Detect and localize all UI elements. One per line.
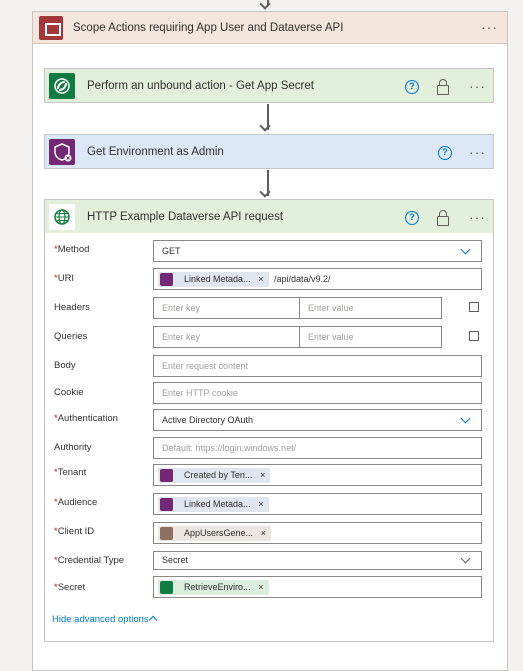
- secret-label: *Secret: [54, 582, 86, 593]
- body-label: Body: [54, 360, 76, 371]
- uri-suffix: /api/data/v9.2/: [274, 274, 331, 284]
- scope-header[interactable]: Scope Actions requiring App User and Dat…: [33, 12, 507, 44]
- uri-label: *URI: [54, 273, 75, 284]
- shield-icon: [49, 139, 75, 165]
- remove-token-icon[interactable]: ×: [258, 272, 263, 287]
- connector-arrowhead-top: [259, 0, 271, 10]
- audience-label: *Audience: [54, 497, 98, 508]
- body-input[interactable]: Enter request content: [153, 355, 482, 377]
- remove-token-icon[interactable]: ×: [258, 497, 263, 512]
- audience-input[interactable]: Linked Metada... ×: [153, 493, 482, 515]
- cookie-label: Cookie: [54, 387, 84, 398]
- secret-input[interactable]: RetrieveEnviro... ×: [153, 576, 482, 598]
- dynamic-content-token[interactable]: RetrieveEnviro... ×: [158, 580, 269, 595]
- credential-type-label: *Credential Type: [54, 555, 125, 566]
- shield-icon: [160, 469, 173, 482]
- lock-icon[interactable]: [437, 79, 449, 95]
- more-menu-icon[interactable]: ···: [469, 78, 486, 94]
- http-action-header[interactable]: HTTP Example Dataverse API request ? ···: [45, 200, 493, 233]
- variable-icon: [160, 527, 173, 540]
- authority-input[interactable]: Default: https://login.windows.net/: [153, 437, 482, 459]
- switch-to-text-mode-icon[interactable]: [469, 302, 479, 312]
- remove-token-icon[interactable]: ×: [260, 468, 265, 483]
- dynamic-content-token[interactable]: Created by Ten... ×: [158, 468, 271, 483]
- header-value-input[interactable]: Enter value: [299, 297, 442, 319]
- method-label: *Method: [54, 244, 90, 255]
- method-select[interactable]: GET: [153, 240, 482, 262]
- authentication-select[interactable]: Active Directory OAuth: [153, 409, 482, 431]
- client-id-input[interactable]: AppUsersGene... ×: [153, 522, 482, 544]
- authority-label: Authority: [54, 442, 92, 453]
- more-menu-icon[interactable]: ···: [469, 144, 486, 160]
- dynamic-content-token[interactable]: Linked Metada... ×: [158, 497, 269, 512]
- action-title: Get Environment as Admin: [87, 146, 224, 158]
- scope-icon: [39, 16, 63, 40]
- hide-advanced-options-link[interactable]: Hide advanced options: [52, 614, 149, 625]
- help-icon[interactable]: ?: [405, 211, 419, 225]
- chevron-down-icon: [460, 244, 471, 255]
- switch-to-text-mode-icon[interactable]: [469, 331, 479, 341]
- chevron-down-icon: [460, 413, 471, 424]
- dynamic-content-token[interactable]: AppUsersGene... ×: [158, 526, 272, 541]
- query-value-input[interactable]: Enter value: [299, 326, 442, 348]
- more-menu-icon[interactable]: ···: [469, 209, 486, 225]
- action-title: Perform an unbound action - Get App Secr…: [87, 80, 314, 92]
- remove-token-icon[interactable]: ×: [258, 580, 263, 595]
- uri-input[interactable]: Linked Metada... × /api/data/v9.2/: [153, 268, 482, 290]
- globe-icon: [49, 204, 75, 230]
- help-icon[interactable]: ?: [405, 80, 419, 94]
- query-key-input[interactable]: Enter key: [153, 326, 300, 348]
- tenant-label: *Tenant: [54, 467, 87, 478]
- dataverse-icon: [160, 581, 173, 594]
- dynamic-content-token[interactable]: Linked Metada... ×: [158, 272, 269, 287]
- help-icon[interactable]: ?: [438, 146, 452, 160]
- action-card-get-environment[interactable]: Get Environment as Admin ? ···: [44, 134, 494, 169]
- chevron-down-icon: [460, 553, 471, 564]
- cookie-input[interactable]: Enter HTTP cookie: [153, 382, 482, 404]
- action-card-get-app-secret[interactable]: Perform an unbound action - Get App Secr…: [44, 68, 494, 103]
- remove-token-icon[interactable]: ×: [261, 526, 266, 541]
- headers-label: Headers: [54, 302, 90, 313]
- lock-icon[interactable]: [437, 210, 449, 226]
- header-key-input[interactable]: Enter key: [153, 297, 300, 319]
- tenant-input[interactable]: Created by Ten... ×: [153, 464, 482, 486]
- dataverse-icon: [49, 73, 75, 99]
- shield-icon: [160, 498, 173, 511]
- queries-label: Queries: [54, 331, 88, 342]
- authentication-label: *Authentication: [54, 413, 118, 424]
- shield-icon: [160, 273, 173, 286]
- client-id-label: *Client ID: [54, 526, 95, 537]
- scope-title: Scope Actions requiring App User and Dat…: [73, 22, 344, 34]
- scope-more-menu-icon[interactable]: ···: [481, 19, 498, 35]
- http-action-title: HTTP Example Dataverse API request: [87, 211, 284, 223]
- credential-type-select[interactable]: Secret: [153, 551, 482, 570]
